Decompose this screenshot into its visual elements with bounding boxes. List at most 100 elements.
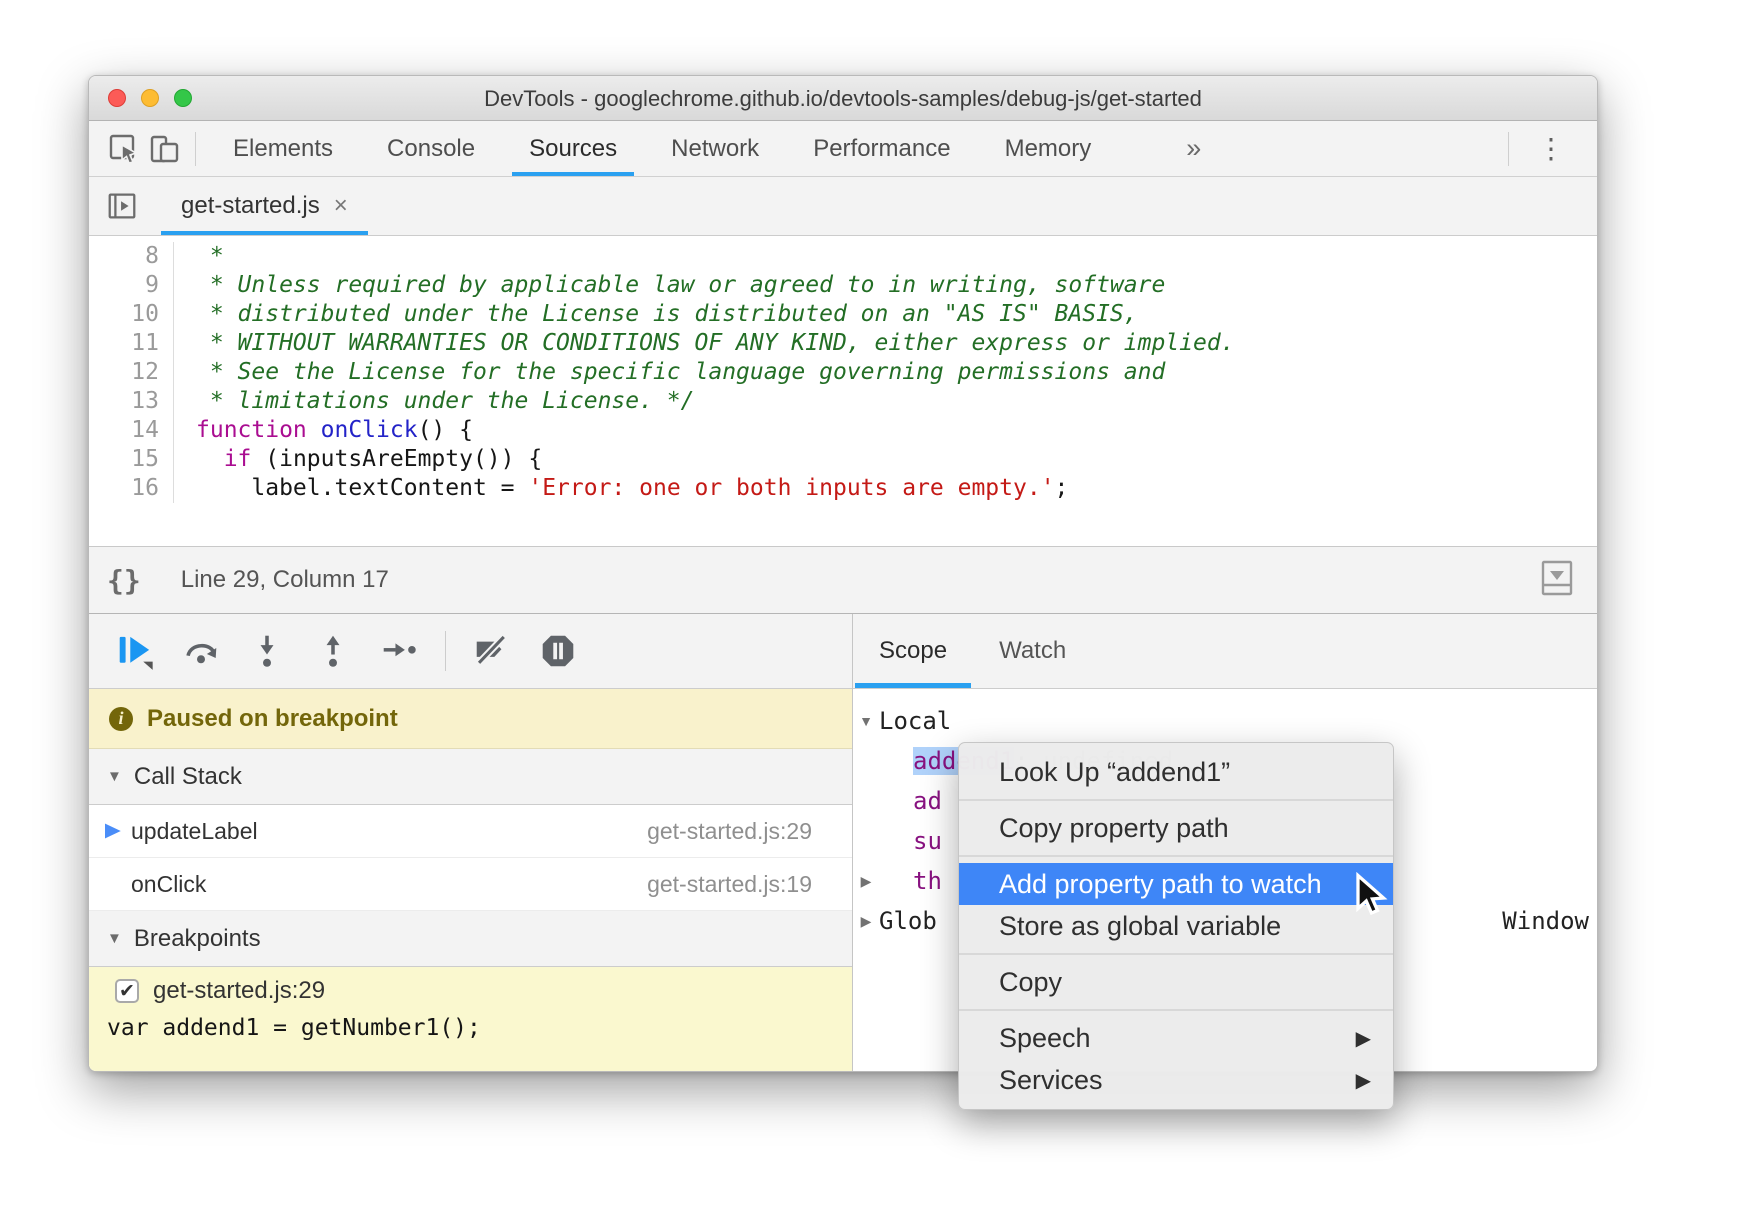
code-line: 15 if (inputsAreEmpty()) { bbox=[89, 445, 1597, 474]
menu-item-services[interactable]: Services▶ bbox=[959, 1059, 1393, 1101]
pretty-print-icon[interactable]: {} bbox=[107, 564, 141, 597]
close-file-tab-icon[interactable]: × bbox=[334, 192, 348, 220]
code-line: 13 * limitations under the License. */ bbox=[89, 387, 1597, 416]
property-name: ad bbox=[913, 787, 942, 815]
property-name: th bbox=[913, 867, 942, 895]
submenu-arrow-icon: ▶ bbox=[1356, 1026, 1371, 1051]
call-stack-title: Call Stack bbox=[134, 763, 242, 791]
step-over-button[interactable] bbox=[181, 631, 221, 671]
menu-item-copy[interactable]: Copy bbox=[959, 961, 1393, 1003]
line-number[interactable]: 12 bbox=[89, 358, 174, 387]
breakpoint-code: var addend1 = getNumber1(); bbox=[89, 1015, 852, 1041]
menu-item-label: Copy bbox=[999, 967, 1062, 998]
scope-section-label: Local bbox=[879, 707, 951, 735]
menu-item-copy-property-path[interactable]: Copy property path bbox=[959, 807, 1393, 849]
menu-item-speech[interactable]: Speech ▶ bbox=[959, 1017, 1393, 1059]
property-name: su bbox=[913, 827, 942, 855]
tab-network[interactable]: Network bbox=[644, 121, 786, 176]
line-number[interactable]: 10 bbox=[89, 300, 174, 329]
paused-banner: i Paused on breakpoint bbox=[89, 689, 852, 749]
code-text: if (inputsAreEmpty()) { bbox=[174, 445, 542, 474]
resume-script-button[interactable] bbox=[115, 631, 155, 671]
panel-tabs: ElementsConsoleSourcesNetworkPerformance… bbox=[206, 121, 1118, 176]
mouse-cursor bbox=[1352, 872, 1394, 923]
frame-location: get-started.js:29 bbox=[647, 818, 812, 845]
line-number[interactable]: 15 bbox=[89, 445, 174, 474]
step-out-button[interactable] bbox=[313, 631, 353, 671]
device-toolbar-icon[interactable] bbox=[147, 132, 181, 166]
tab-performance[interactable]: Performance bbox=[786, 121, 977, 176]
disclosure-triangle-icon[interactable]: ▶ bbox=[853, 873, 879, 890]
menu-item-label: Look Up “addend1” bbox=[999, 757, 1230, 788]
paused-banner-text: Paused on breakpoint bbox=[147, 705, 398, 733]
debugger-left-pane: i Paused on breakpoint ▼ Call Stack upda… bbox=[89, 614, 852, 1072]
info-icon: i bbox=[109, 707, 133, 731]
file-tab-get-started-js[interactable]: get-started.js × bbox=[161, 177, 368, 235]
tab-scope[interactable]: Scope bbox=[853, 614, 973, 688]
line-number[interactable]: 8 bbox=[89, 242, 174, 271]
scope-watch-tabs: ScopeWatch bbox=[853, 614, 1598, 689]
tab-sources[interactable]: Sources bbox=[502, 121, 644, 176]
step-into-button[interactable] bbox=[247, 631, 287, 671]
line-number[interactable]: 14 bbox=[89, 416, 174, 445]
scope-section-label: Glob bbox=[879, 907, 937, 935]
menu-separator bbox=[959, 1009, 1393, 1011]
show-navigator-icon[interactable] bbox=[105, 189, 139, 223]
window-title: DevTools - googlechrome.github.io/devtoo… bbox=[89, 86, 1597, 112]
disclosure-triangle-icon[interactable]: ▼ bbox=[853, 713, 879, 729]
menu-item-label: Add property path to watch bbox=[999, 869, 1322, 900]
collapse-sidebar-icon[interactable] bbox=[1539, 558, 1575, 603]
current-frame-arrow-icon bbox=[101, 819, 131, 843]
context-menu: Look Up “addend1” Copy property path Add p… bbox=[958, 742, 1394, 1110]
menu-separator bbox=[959, 799, 1393, 801]
cursor-position: Line 29, Column 17 bbox=[181, 566, 389, 594]
menu-separator bbox=[959, 855, 1393, 857]
toolbar-divider bbox=[195, 132, 196, 166]
editor-status-bar: {} Line 29, Column 17 bbox=[89, 546, 1597, 614]
breakpoints-header[interactable]: ▼ Breakpoints bbox=[89, 911, 852, 967]
line-number[interactable]: 9 bbox=[89, 271, 174, 300]
call-stack-frame[interactable]: onClickget-started.js:19 bbox=[89, 858, 852, 911]
pause-on-exceptions-button[interactable] bbox=[538, 631, 578, 671]
code-editor[interactable]: 8 *9 * Unless required by applicable law… bbox=[89, 236, 1597, 546]
menu-item-label: Speech bbox=[999, 1023, 1091, 1054]
code-line: 12 * See the License for the specific la… bbox=[89, 358, 1597, 387]
menu-item-add-property-path-to-watch[interactable]: Add property path to watch bbox=[959, 863, 1393, 905]
scope-section-row[interactable]: ▼Local bbox=[853, 701, 1598, 741]
menu-item-look-up-addend1[interactable]: Look Up “addend1” bbox=[959, 751, 1393, 793]
deactivate-breakpoints-button[interactable] bbox=[472, 631, 512, 671]
inspect-element-icon[interactable] bbox=[107, 132, 141, 166]
chevron-down-icon: ▼ bbox=[107, 768, 122, 785]
tab-elements[interactable]: Elements bbox=[206, 121, 360, 176]
title-bar: DevTools - googlechrome.github.io/devtoo… bbox=[89, 76, 1597, 121]
file-tab-label: get-started.js bbox=[181, 192, 320, 220]
code-line: 11 * WITHOUT WARRANTIES OR CONDITIONS OF… bbox=[89, 329, 1597, 358]
customize-devtools-menu-icon[interactable]: ⋮ bbox=[1527, 132, 1575, 165]
toolbar-divider bbox=[445, 631, 446, 671]
tab-memory[interactable]: Memory bbox=[978, 121, 1119, 176]
code-text: label.textContent = 'Error: one or both … bbox=[174, 474, 1068, 503]
breakpoint-label: get-started.js:29 bbox=[153, 977, 325, 1005]
breakpoint-entry[interactable]: ✔ get-started.js:29 var addend1 = getNumbe… bbox=[89, 967, 852, 1072]
call-stack-header[interactable]: ▼ Call Stack bbox=[89, 749, 852, 805]
call-stack-frame[interactable]: updateLabel get-started.js:29 bbox=[89, 805, 852, 858]
devtools-main-toolbar: ElementsConsoleSourcesNetworkPerformance… bbox=[89, 121, 1597, 177]
toolbar-divider bbox=[1508, 132, 1509, 166]
line-number[interactable]: 13 bbox=[89, 387, 174, 416]
line-number[interactable]: 16 bbox=[89, 474, 174, 503]
code-line: 16 label.textContent = 'Error: one or bo… bbox=[89, 474, 1597, 503]
step-button[interactable] bbox=[379, 631, 419, 671]
menu-item-store-as-global-variable[interactable]: Store as global variable bbox=[959, 905, 1393, 947]
frame-location: get-started.js:19 bbox=[647, 871, 812, 898]
tab-watch[interactable]: Watch bbox=[973, 614, 1092, 688]
code-text: * WITHOUT WARRANTIES OR CONDITIONS OF AN… bbox=[174, 329, 1235, 358]
line-number[interactable]: 11 bbox=[89, 329, 174, 358]
code-text: * distributed under the License is distr… bbox=[174, 300, 1138, 329]
more-panels-chevron-icon[interactable]: » bbox=[1178, 133, 1209, 164]
code-line: 14function onClick() { bbox=[89, 416, 1597, 445]
chevron-down-icon: ▼ bbox=[107, 930, 122, 947]
tab-console[interactable]: Console bbox=[360, 121, 502, 176]
disclosure-triangle-icon[interactable]: ▶ bbox=[853, 913, 879, 930]
frame-name: updateLabel bbox=[131, 818, 258, 845]
breakpoint-checkbox[interactable]: ✔ bbox=[115, 979, 139, 1003]
